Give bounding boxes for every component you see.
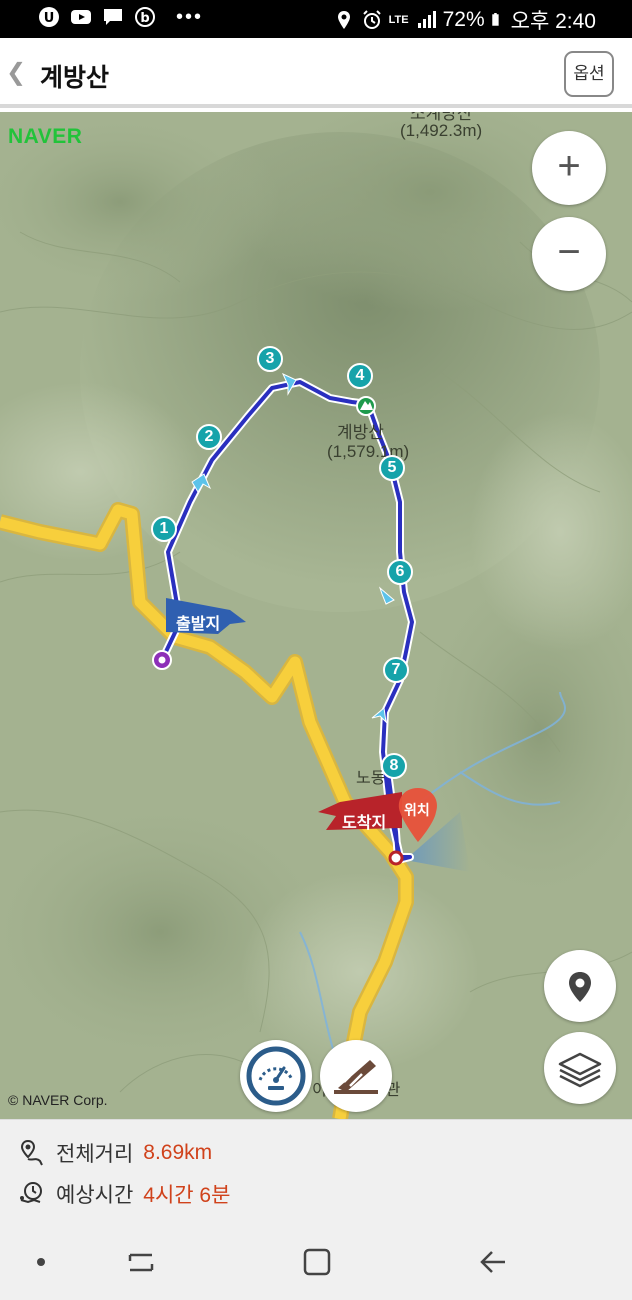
signal-icon (417, 11, 436, 28)
time-row: 예상시간 4시간 6분 (18, 1179, 230, 1209)
waypoint-5[interactable]: 5 (379, 455, 405, 481)
distance-row: 전체거리 8.69km (18, 1138, 212, 1168)
zoom-in-button[interactable]: + (532, 131, 606, 205)
distance-label: 전체거리 (56, 1143, 134, 1166)
locate-button[interactable] (544, 950, 616, 1022)
battery-percent: 72% (442, 8, 485, 31)
end-flag-label: 도착지 (342, 815, 387, 832)
page-title: 계방산 (40, 64, 110, 92)
waypoint-4[interactable]: 4 (347, 363, 373, 389)
svg-text:U: U (44, 11, 55, 26)
start-flag-label: 출발지 (176, 616, 221, 633)
status-bar: U b ••• LTE 72% 오후 2:40 (0, 0, 632, 38)
system-nav-bar (0, 1228, 632, 1300)
options-button[interactable]: 옵션 (564, 51, 614, 97)
waypoint-3[interactable]: 3 (257, 346, 283, 372)
elevation-profile-icon (334, 1060, 378, 1094)
chevron-left-icon[interactable]: ❮ (6, 58, 26, 87)
location-icon (337, 11, 350, 29)
dot-icon[interactable] (37, 1258, 45, 1266)
recent-apps-icon[interactable] (128, 1253, 154, 1272)
waypoint-1[interactable]: 1 (151, 516, 177, 542)
waypoint-2[interactable]: 2 (196, 424, 222, 450)
elevation-profile-button[interactable] (320, 1040, 392, 1112)
map-view[interactable]: NAVER 소계방산 (1,492.3m) 계방산 (1,579.1m) 노동 … (0, 112, 632, 1119)
route-summary: 전체거리 8.69km 예상시간 4시간 6분 (0, 1119, 632, 1228)
distance-value: 8.69km (143, 1141, 213, 1164)
route-distance-icon (20, 1139, 43, 1166)
alarm-icon (362, 10, 381, 29)
location-pin-label: 위치 (404, 802, 430, 818)
waypoint-7[interactable]: 7 (383, 657, 409, 683)
home-icon[interactable] (303, 1248, 331, 1276)
clock: 오후 2:40 (510, 10, 596, 33)
waypoint-8[interactable]: 8 (381, 753, 407, 779)
naver-logo: NAVER (8, 125, 83, 148)
speedometer-icon (246, 1046, 306, 1106)
layers-button[interactable] (544, 1032, 616, 1104)
network-type: LTE (388, 13, 409, 26)
time-label: 예상시간 (56, 1184, 134, 1207)
speedometer-button[interactable] (240, 1040, 312, 1112)
top-peak-label: 소계방산 (1,492.3m) (400, 112, 483, 141)
youtube-icon (71, 10, 91, 24)
notification-icons: U b ••• (38, 6, 203, 28)
map-pin-icon (569, 972, 591, 1002)
time-value: 4시간 6분 (143, 1184, 231, 1207)
system-status: LTE 72% 오후 2:40 (333, 5, 596, 35)
main-peak-name: 계방산 (337, 423, 384, 442)
zoom-out-button[interactable]: − (532, 217, 606, 291)
map-copyright: © NAVER Corp. (8, 1092, 108, 1108)
back-icon[interactable] (480, 1251, 505, 1273)
svg-text:b: b (140, 11, 149, 26)
top-peak-name: 소계방산 (410, 112, 473, 123)
layers-icon (558, 1052, 602, 1088)
battery-icon (491, 13, 499, 26)
top-peak-elevation: (1,492.3m) (400, 121, 483, 140)
waypoint-6[interactable]: 6 (387, 559, 413, 585)
u-plus-icon: U (39, 7, 59, 27)
more-icon: ••• (176, 6, 204, 28)
b-app-icon: b (135, 7, 155, 27)
title-bar: ❮ 계방산 옵션 (0, 38, 632, 108)
message-icon (104, 9, 122, 25)
estimated-time-icon (20, 1182, 42, 1204)
